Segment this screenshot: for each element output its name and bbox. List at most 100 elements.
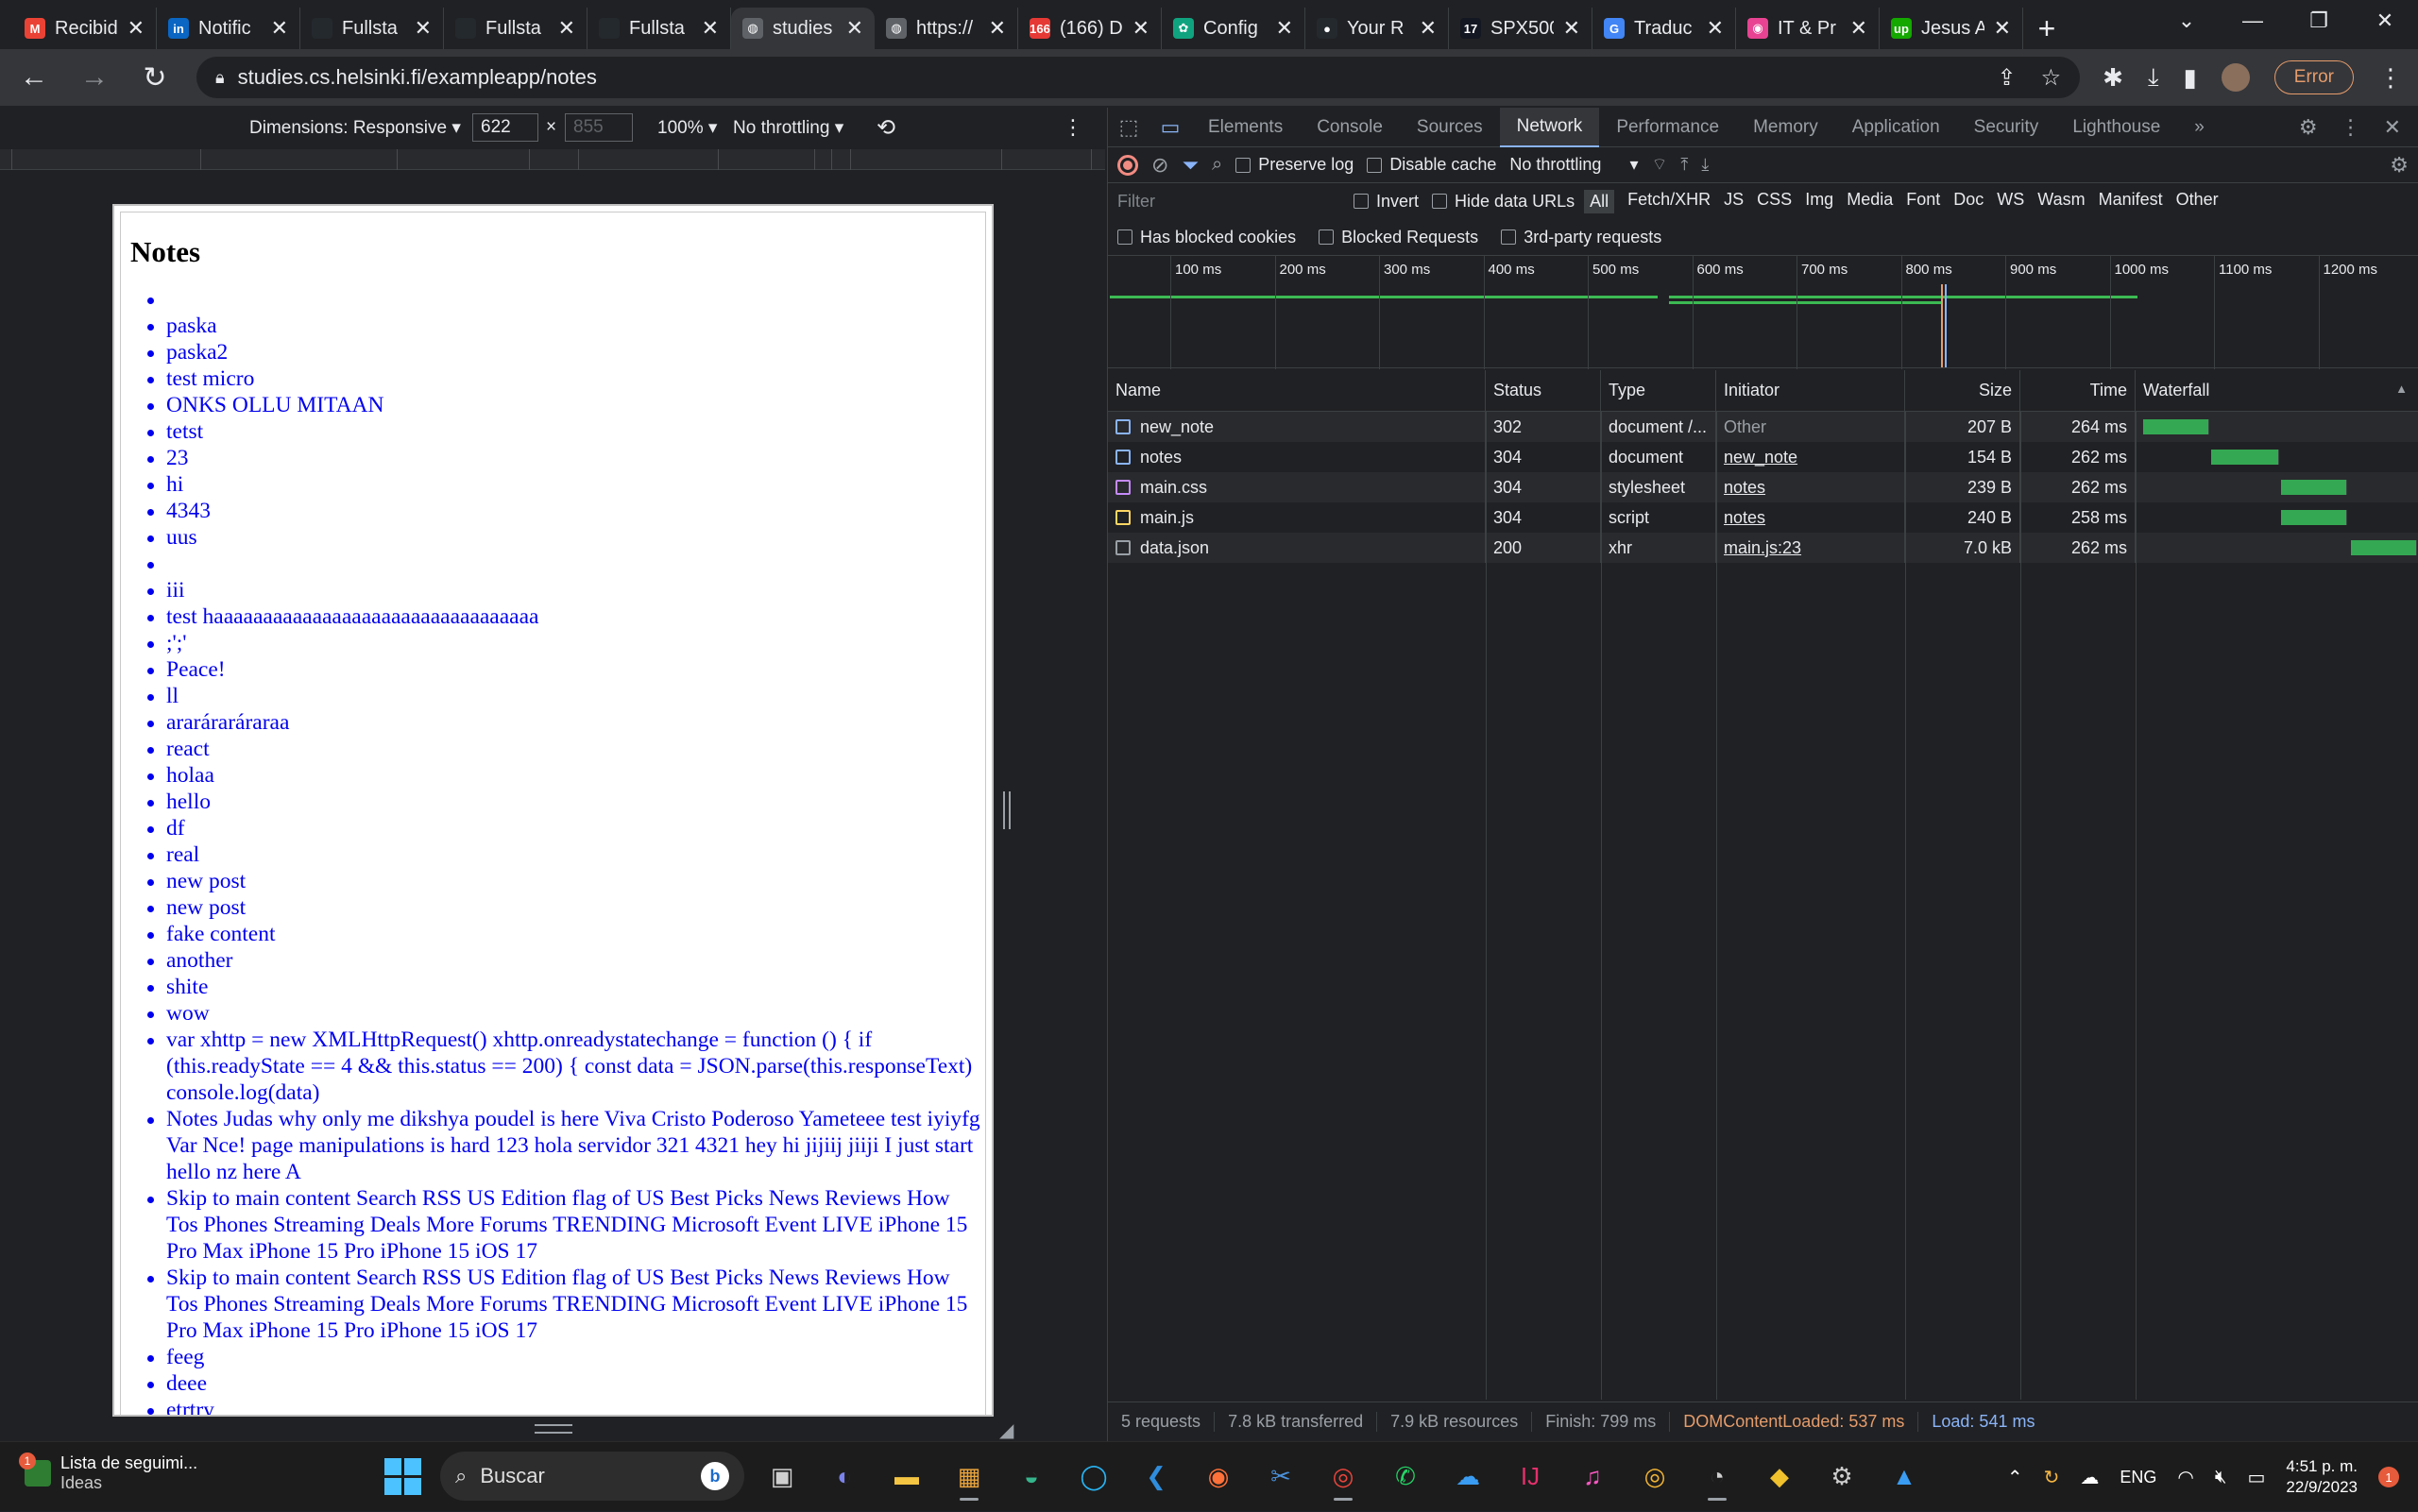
blocked-cookies-checkbox[interactable]: Has blocked cookies — [1117, 228, 1296, 247]
back-button[interactable]: ← — [15, 61, 53, 93]
devtools-tab-network[interactable]: Network — [1499, 107, 1600, 147]
vscode-icon[interactable]: ❮ — [1132, 1452, 1181, 1501]
download-icon[interactable]: ⤓ — [2148, 62, 2159, 93]
whatsapp-icon[interactable]: ✆ — [1381, 1452, 1430, 1501]
close-tab-icon[interactable]: ✕ — [989, 16, 1006, 41]
browser-tab[interactable]: ◉ IT & Pr ✕ — [1736, 8, 1880, 49]
store-icon[interactable]: ▦ — [945, 1452, 994, 1501]
close-tab-icon[interactable]: ✕ — [1276, 16, 1293, 41]
sync-icon[interactable]: ↻ — [2044, 1466, 2060, 1489]
intellij-icon[interactable]: IJ — [1506, 1452, 1555, 1501]
rotate-icon[interactable]: ⟲ — [877, 114, 895, 142]
record-icon[interactable] — [1117, 154, 1138, 176]
column-header-status[interactable]: Status — [1486, 370, 1601, 411]
share-icon[interactable]: ⇪ — [1998, 64, 2017, 92]
close-tab-icon[interactable]: ✕ — [271, 16, 288, 41]
settings-icon[interactable]: ⚙ — [2299, 115, 2318, 140]
browser-tab[interactable]: Fullsta ✕ — [300, 8, 444, 49]
request-row[interactable]: data.json 200 xhr main.js:23 7.0 kB 262 ms — [1108, 533, 2418, 563]
devtools-tab-performance[interactable]: Performance — [1599, 108, 1736, 147]
browser-tab[interactable]: 166 (166) D ✕ — [1018, 8, 1162, 49]
device-toggle-icon[interactable]: ▭ — [1149, 115, 1191, 140]
extensions-icon[interactable]: ✱ — [2103, 63, 2123, 93]
browser-tab[interactable]: Fullsta ✕ — [587, 8, 731, 49]
network-settings-icon[interactable]: ⚙ — [2390, 153, 2418, 178]
column-header-name[interactable]: Name — [1108, 370, 1486, 411]
task-view-icon[interactable]: ▣ — [758, 1452, 807, 1501]
devtools-tab-memory[interactable]: Memory — [1736, 108, 1835, 147]
column-header-size[interactable]: Size — [1905, 370, 2020, 411]
import-har-icon[interactable]: ⤒ — [1680, 155, 1688, 175]
type-filter-other[interactable]: Other — [2176, 190, 2219, 213]
browser-tab[interactable]: 17 SPX500 ✕ — [1449, 8, 1592, 49]
edge-icon[interactable]: ◒ — [1007, 1452, 1056, 1501]
volume-muted-icon[interactable]: 🔇︎ — [2215, 1467, 2227, 1488]
start-button[interactable] — [378, 1452, 427, 1501]
sort-arrow-icon[interactable]: ▲ — [2395, 382, 2408, 396]
height-input[interactable]: 855 — [565, 113, 633, 142]
close-window-button[interactable]: ✕ — [2352, 0, 2418, 42]
more-tabs-icon[interactable]: » — [2177, 108, 2222, 147]
teams-chat-icon[interactable]: ◐ — [820, 1452, 869, 1501]
type-filter-js[interactable]: JS — [1724, 190, 1744, 213]
profile-avatar[interactable] — [2221, 63, 2250, 92]
battery-icon[interactable]: ▭ — [2247, 1466, 2265, 1489]
browser-tab[interactable]: ● Your R ✕ — [1305, 8, 1449, 49]
restore-button[interactable]: ❐ — [2286, 0, 2352, 42]
devtools-tab-application[interactable]: Application — [1835, 108, 1957, 147]
zoom-dropdown[interactable]: 100% ▾ — [657, 117, 717, 139]
browser-tab[interactable]: up Jesus A ✕ — [1880, 8, 2023, 49]
inspect-element-icon[interactable]: ⬚ — [1108, 115, 1149, 140]
firefox-icon[interactable]: ◉ — [1194, 1452, 1243, 1501]
dimensions-dropdown[interactable]: Dimensions: Responsive ▾ — [249, 117, 461, 139]
tab-search-icon[interactable]: ⌄ — [2154, 0, 2220, 42]
type-filter-img[interactable]: Img — [1805, 190, 1833, 213]
request-row[interactable]: new_note 302 document /... Other 207 B 264 ms — [1108, 412, 2418, 442]
browser-tab[interactable]: G Traduc ✕ — [1592, 8, 1736, 49]
new-tab-button[interactable]: + — [2023, 8, 2070, 49]
close-tab-icon[interactable]: ✕ — [1563, 16, 1580, 41]
type-filter-wasm[interactable]: Wasm — [2037, 190, 2085, 213]
lock-icon[interactable]: 🔒︎ — [215, 68, 225, 88]
wifi-icon[interactable]: ◠ — [2177, 1466, 2193, 1489]
cortana-icon[interactable]: ◯ — [1069, 1452, 1118, 1501]
export-har-icon[interactable]: ⤓ — [1701, 155, 1709, 175]
icloud-icon[interactable]: ☁ — [1443, 1452, 1492, 1501]
itunes-icon[interactable]: ♫ — [1568, 1452, 1617, 1501]
invert-checkbox[interactable]: Invert — [1354, 192, 1419, 212]
browser-tab[interactable]: Fullsta ✕ — [444, 8, 587, 49]
devtools-tab-elements[interactable]: Elements — [1191, 108, 1300, 147]
taskbar-search[interactable]: ⌕ Buscar b — [440, 1452, 744, 1501]
third-party-checkbox[interactable]: 3rd-party requests — [1501, 228, 1661, 247]
browser-tab[interactable]: ◍ https:// ✕ — [875, 8, 1018, 49]
close-tab-icon[interactable]: ✕ — [1420, 16, 1437, 41]
devtools-tab-security[interactable]: Security — [1957, 108, 2056, 147]
viewport-resize-handle-bottom[interactable] — [535, 1424, 572, 1434]
request-row[interactable]: notes 304 document new_note 154 B 262 ms — [1108, 442, 2418, 472]
throttling-dropdown[interactable]: No throttling ▾ — [733, 117, 843, 139]
preserve-log-checkbox[interactable]: Preserve log — [1235, 155, 1354, 175]
devtools-tab-sources[interactable]: Sources — [1400, 108, 1500, 147]
type-filter-css[interactable]: CSS — [1757, 190, 1792, 213]
tray-overflow-icon[interactable]: ⌃ — [2007, 1466, 2023, 1489]
close-tab-icon[interactable]: ✕ — [415, 16, 432, 41]
git-icon[interactable]: ◆ — [1755, 1452, 1804, 1501]
devtools-tab-lighthouse[interactable]: Lighthouse — [2055, 108, 2177, 147]
viewport-resize-corner[interactable]: ◢ — [999, 1419, 1013, 1442]
menu-kebab-icon[interactable]: ⋮ — [2378, 63, 2403, 93]
hide-data-urls-checkbox[interactable]: Hide data URLs — [1432, 192, 1575, 212]
column-header-type[interactable]: Type — [1601, 370, 1716, 411]
column-header-waterfall[interactable]: Waterfall — [2136, 370, 2418, 411]
snipping-icon[interactable]: ✂ — [1256, 1452, 1305, 1501]
media-query-ruler[interactable] — [0, 149, 1105, 170]
minimize-button[interactable]: — — [2220, 0, 2286, 42]
search-icon[interactable]: ⌕ — [1212, 154, 1222, 176]
close-tab-icon[interactable]: ✕ — [1850, 16, 1867, 41]
close-tab-icon[interactable]: ✕ — [1707, 16, 1724, 41]
close-tab-icon[interactable]: ✕ — [128, 16, 145, 41]
side-panel-icon[interactable]: ▮ — [2183, 63, 2196, 93]
width-input[interactable]: 622 — [472, 113, 538, 142]
forward-button[interactable]: → — [76, 61, 113, 93]
chrome-canary-icon[interactable]: ◎ — [1630, 1452, 1679, 1501]
browser-tab[interactable]: ✿ Config ✕ — [1162, 8, 1305, 49]
